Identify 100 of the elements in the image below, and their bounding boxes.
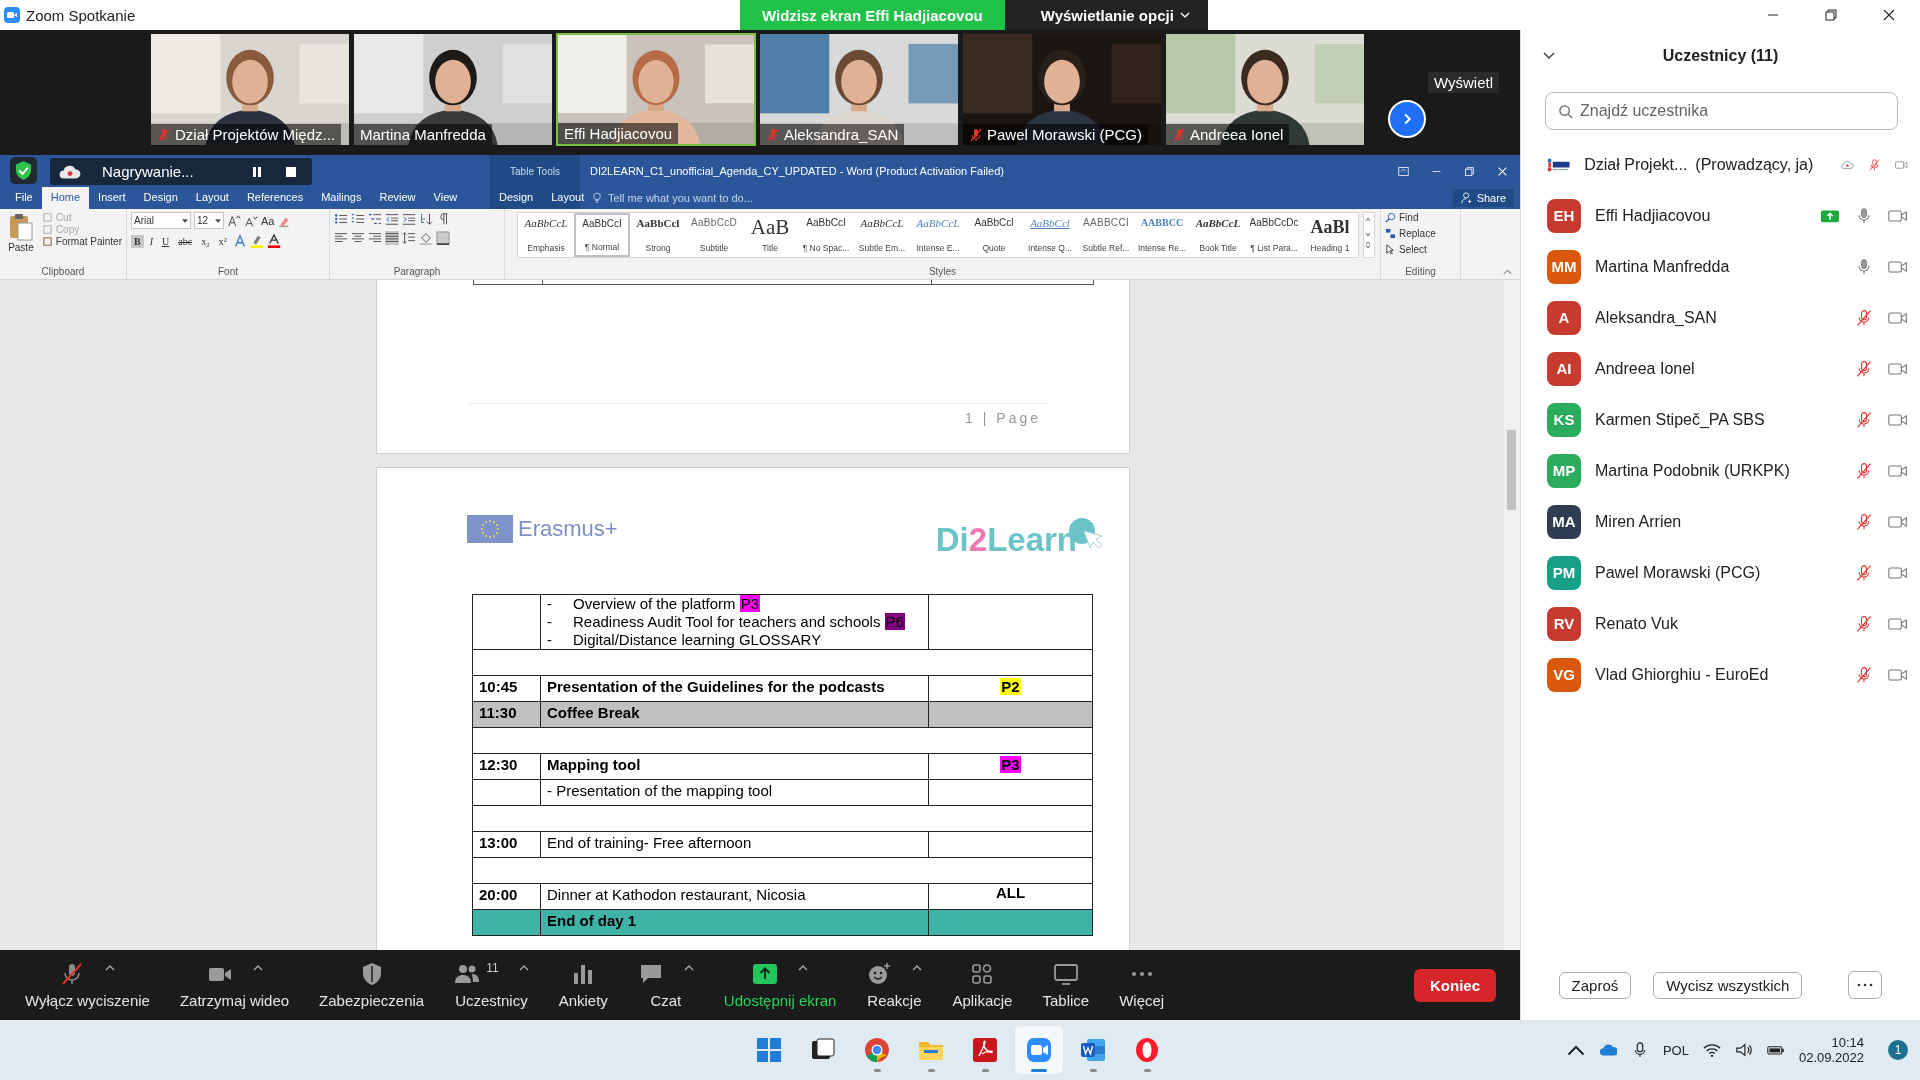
change-case-button[interactable]: Aa [261, 214, 275, 227]
video-tile[interactable]: Aleksandra_SAN [759, 33, 959, 146]
toolbar-button[interactable]: Reakcje [851, 950, 938, 1020]
video-tile[interactable]: Martina Manfredda [353, 33, 553, 146]
participant-name[interactable]: Aleksandra_SAN [1595, 308, 1717, 327]
next-page-button[interactable] [1388, 100, 1426, 138]
language-indicator[interactable]: POL [1662, 1042, 1689, 1058]
ribbon-tab[interactable]: References [237, 187, 313, 209]
grow-font-icon[interactable] [227, 213, 241, 228]
toolbar-button[interactable]: Ankiety [543, 950, 623, 1020]
multilevel-list-icon[interactable] [368, 212, 382, 226]
ribbon-tab[interactable]: Review [370, 187, 425, 209]
share-button[interactable]: Share [1452, 189, 1514, 207]
ribbon-display-icon[interactable] [1398, 165, 1409, 177]
muted-mic-icon[interactable] [1854, 359, 1874, 378]
toolbar-button[interactable]: Więcej [1104, 950, 1180, 1020]
caret-up-icon[interactable] [683, 965, 694, 971]
search-field[interactable]: Znajdź uczestnika [1545, 92, 1898, 130]
view-options-button[interactable]: Wyświetlanie opcji [1004, 0, 1208, 30]
caret-up-icon[interactable] [798, 965, 809, 971]
highlight-icon[interactable] [249, 234, 264, 248]
muted-mic-icon[interactable] [1854, 461, 1874, 480]
participant-name[interactable]: Karmen Stipeč_PA SBS [1595, 410, 1765, 429]
caret-up-icon[interactable] [912, 965, 923, 971]
style-option[interactable]: AaBbCcl Intense Q... [1022, 213, 1078, 257]
toolbar-button[interactable]: Zabezpieczenia [304, 950, 440, 1020]
participant-name[interactable]: Vlad Ghiorghiu - EuroEd [1595, 665, 1769, 684]
wifi-icon[interactable] [1702, 1042, 1721, 1058]
format-button[interactable]: I [146, 234, 156, 248]
style-option[interactable]: AABBCC Intense Re... [1134, 213, 1190, 257]
format-button[interactable]: x₂ [198, 234, 213, 248]
participant-name[interactable]: Martina Podobnik (URKPK) [1595, 461, 1790, 480]
participant-name[interactable]: Martina Manfredda [1595, 257, 1730, 276]
muted-mic-icon[interactable] [1854, 563, 1874, 582]
ribbon-tab[interactable]: View [424, 187, 467, 209]
end-meeting-button[interactable]: Koniec [1414, 968, 1496, 1002]
style-option[interactable]: AaBbCcL Intense E... [910, 213, 966, 257]
align-right-icon[interactable] [368, 231, 382, 245]
muted-mic-icon[interactable] [1854, 614, 1874, 633]
muted-mic-icon[interactable] [1854, 512, 1874, 531]
restore-icon[interactable] [1824, 8, 1838, 22]
video-tile[interactable]: Pawel Morawski (PCG) [962, 33, 1162, 146]
sort-icon[interactable] [419, 212, 433, 226]
ribbon-tab[interactable]: Layout [186, 187, 238, 209]
muted-mic-icon[interactable] [1854, 410, 1874, 429]
participant-name[interactable]: Effi Hadjiacovou [1595, 206, 1711, 225]
notification-badge[interactable]: 1 [1888, 1040, 1908, 1060]
cloud-icon[interactable] [1598, 1042, 1617, 1058]
stop-icon[interactable] [284, 164, 298, 179]
format-button[interactable]: x² [215, 234, 230, 248]
justify-icon[interactable] [385, 231, 399, 245]
ribbon-tab[interactable]: Insert [89, 187, 135, 209]
line-spacing-icon[interactable] [402, 231, 416, 245]
increase-indent-icon[interactable] [402, 212, 416, 226]
style-option[interactable]: AaBl Heading 1 [1302, 213, 1358, 257]
pause-icon[interactable] [250, 164, 264, 179]
font-size-field[interactable]: 12 [194, 212, 224, 229]
clock[interactable]: 10:14 02.09.2022 [1798, 1035, 1864, 1065]
caret-up-icon[interactable] [518, 965, 529, 971]
ribbon-tab[interactable]: Mailings [312, 187, 371, 209]
borders-icon[interactable] [436, 231, 450, 245]
gallery-scroll[interactable] [1363, 212, 1375, 258]
editing-button[interactable]: Find [1385, 212, 1456, 223]
participant-name[interactable]: Pawel Morawski (PCG) [1595, 563, 1761, 582]
decrease-indent-icon[interactable] [385, 212, 399, 226]
ribbon-tab[interactable]: File [6, 187, 42, 209]
style-option[interactable]: AaBbCcD Subtitle [686, 213, 742, 257]
caret-up-icon[interactable] [252, 965, 263, 971]
format-button[interactable]: abc [175, 234, 196, 248]
numbering-icon[interactable] [351, 212, 365, 226]
style-option[interactable]: AABBCCI Subtle Ref... [1078, 213, 1134, 257]
restore-icon[interactable] [1464, 165, 1475, 177]
text-effects-icon[interactable] [232, 234, 247, 248]
format-button[interactable]: B [131, 234, 144, 248]
align-left-icon[interactable] [334, 231, 348, 245]
security-shield-icon[interactable] [10, 157, 37, 184]
panel-button[interactable]: Wycisz wszystkich [1653, 971, 1803, 999]
style-option[interactable]: AaBbCcI ¶ Normal [574, 213, 630, 257]
ribbon-tab[interactable]: Layout [542, 187, 594, 209]
muted-mic-icon[interactable] [1854, 665, 1874, 684]
toolbar-button[interactable]: Tablice [1027, 950, 1105, 1020]
font-color-icon[interactable] [266, 234, 281, 248]
paste-button[interactable]: Paste [4, 212, 38, 266]
participant-name[interactable]: Dział Projekt... [1584, 155, 1688, 174]
scrollbar[interactable] [1504, 280, 1520, 950]
muted-mic-icon[interactable] [1854, 308, 1874, 327]
font-name-field[interactable]: Arial [131, 212, 191, 229]
volume-icon[interactable] [1734, 1042, 1753, 1058]
format-button[interactable]: U [159, 234, 173, 248]
toolbar-button[interactable]: Wyłącz wyciszenie [10, 950, 165, 1020]
ribbon-tab[interactable]: Home [41, 187, 90, 209]
style-option[interactable]: AaBbCcl Strong [630, 213, 686, 257]
participant-name[interactable]: Renato Vuk [1595, 614, 1678, 633]
shrink-font-icon[interactable] [244, 213, 258, 228]
caret-up-icon[interactable] [105, 965, 116, 971]
style-option[interactable]: AaB Title [742, 213, 798, 257]
bullets-icon[interactable] [334, 212, 348, 226]
style-option[interactable]: AaBbCcL Book Title [1190, 213, 1246, 257]
participant-name[interactable]: Miren Arrien [1595, 512, 1682, 531]
toolbar-button[interactable]: Udostępnij ekran [708, 950, 852, 1020]
